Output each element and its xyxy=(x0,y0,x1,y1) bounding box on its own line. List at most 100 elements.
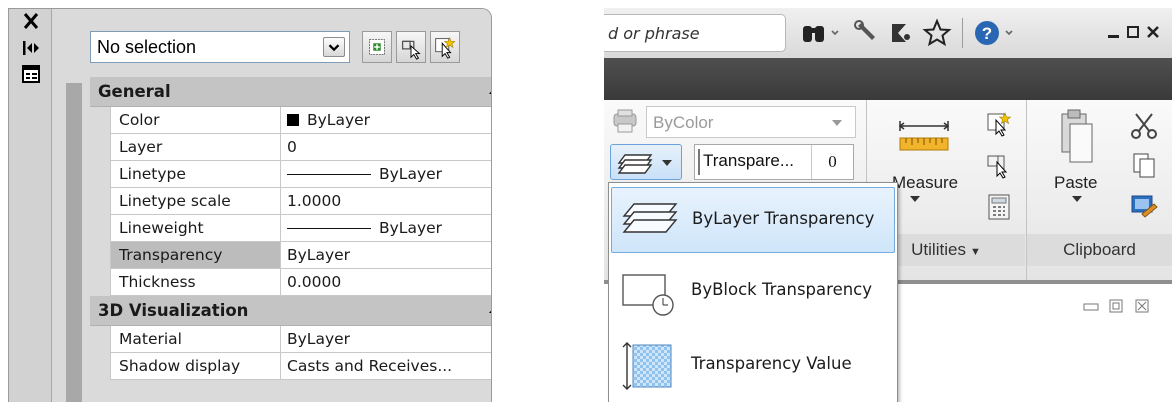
slider-thumb[interactable] xyxy=(698,149,700,175)
search-input[interactable]: d or phrase xyxy=(604,14,786,52)
select-objects-icon[interactable] xyxy=(396,31,426,63)
property-row-layer[interactable]: Layer 0 xyxy=(110,134,491,161)
property-row-linetype[interactable]: Linetype ByLayer xyxy=(110,161,491,188)
property-name: Linetype xyxy=(110,161,281,187)
byblock-transparency-icon xyxy=(622,274,674,316)
category-label: 3D Visualization xyxy=(98,301,249,320)
autohide-icon[interactable] xyxy=(19,37,43,59)
property-name: Linetype scale xyxy=(110,188,281,214)
close-icon[interactable] xyxy=(19,11,43,33)
property-row-shadow-display[interactable]: Shadow display Casts and Receives... xyxy=(110,353,491,380)
property-row-color[interactable]: Color ByLayer xyxy=(110,107,491,134)
quick-select-icon[interactable] xyxy=(430,31,460,63)
measure-icon xyxy=(898,121,950,151)
category-grip xyxy=(66,83,82,402)
svg-text:?: ? xyxy=(982,24,992,43)
window-controls xyxy=(1108,26,1159,38)
property-name: Material xyxy=(110,326,281,352)
menu-item-label: Transparency Value xyxy=(691,354,852,373)
property-name: Thickness xyxy=(110,269,281,295)
property-row-linetype-scale[interactable]: Linetype scale 1.0000 xyxy=(110,188,491,215)
property-name: Lineweight xyxy=(110,215,281,241)
copy-icon[interactable] xyxy=(1128,150,1160,180)
property-row-thickness[interactable]: Thickness 0.0000 xyxy=(110,269,491,296)
plot-style-icon xyxy=(613,109,637,133)
selection-row: No selection xyxy=(90,27,491,67)
property-value[interactable]: ByLayer xyxy=(281,107,491,133)
transparency-value-icon xyxy=(622,342,672,390)
property-name: Shadow display xyxy=(110,353,281,379)
chevron-down-icon: ▼ xyxy=(969,246,981,258)
menu-item-byblock-transparency[interactable]: ByBlock Transparency xyxy=(611,259,895,325)
color-swatch-icon xyxy=(287,114,299,126)
line-sample xyxy=(287,174,371,175)
menu-item-label: ByLayer Transparency xyxy=(692,209,875,228)
select-objects-icon[interactable] xyxy=(984,150,1014,180)
match-properties-icon[interactable] xyxy=(1128,192,1160,222)
collapse-arrow-icon[interactable] xyxy=(488,87,492,95)
search-text: d or phrase xyxy=(608,24,700,43)
transparency-button[interactable] xyxy=(610,144,682,180)
toolbar-separator xyxy=(962,18,963,48)
chevron-down-icon[interactable] xyxy=(831,119,843,127)
menu-item-bylayer-transparency[interactable]: ByLayer Transparency xyxy=(611,187,895,253)
property-value[interactable]: 0.0000 xyxy=(281,269,491,295)
chevron-down-icon[interactable] xyxy=(1071,195,1083,203)
close-icon[interactable] xyxy=(1147,26,1159,38)
palette-title-strip xyxy=(9,9,52,402)
property-row-lineweight[interactable]: Lineweight ByLayer xyxy=(110,215,491,242)
chevron-down-icon[interactable] xyxy=(909,195,921,203)
minimize-icon[interactable] xyxy=(1108,35,1119,38)
drawing-window-controls xyxy=(1083,299,1149,313)
paste-button[interactable]: Paste xyxy=(1054,173,1097,193)
quick-select-icon[interactable] xyxy=(984,110,1014,140)
property-value[interactable]: ByLayer xyxy=(281,242,491,268)
paste-icon xyxy=(1061,109,1093,163)
ribbon-tab-bar xyxy=(604,58,1172,100)
property-value[interactable]: ByLayer xyxy=(281,161,491,187)
properties-menu-icon[interactable] xyxy=(19,63,43,85)
binoculars-icon[interactable] xyxy=(800,18,848,48)
property-row-transparency[interactable]: Transparency ByLayer xyxy=(110,242,491,269)
restore-icon[interactable] xyxy=(1127,26,1139,38)
menu-item-transparency-value[interactable]: Transparency Value xyxy=(611,333,895,399)
chevron-down-icon[interactable] xyxy=(661,159,673,167)
minimize-icon[interactable] xyxy=(1083,303,1099,311)
property-value[interactable]: 0 xyxy=(281,134,491,160)
measure-button[interactable]: Measure xyxy=(892,173,958,193)
properties-palette: No selection General Color ByLayer Layer… xyxy=(8,8,492,402)
ribbon-screenshot: d or phrase ? ByColor Transpare... 0 Mea… xyxy=(604,8,1172,402)
clipboard-panel-title[interactable]: Clipboard xyxy=(1027,234,1172,266)
line-sample xyxy=(287,228,371,229)
category-3d-visualization[interactable]: 3D Visualization xyxy=(90,296,492,326)
selection-value: No selection xyxy=(97,37,197,57)
calculator-icon[interactable] xyxy=(984,192,1014,222)
restore-icon[interactable] xyxy=(1109,299,1123,313)
transparency-slider-field[interactable]: Transpare... 0 xyxy=(694,144,854,180)
property-name: Layer xyxy=(110,134,281,160)
property-value[interactable]: ByLayer xyxy=(281,326,491,352)
transparency-menu: ByLayer Transparency ByBlock Transparenc… xyxy=(608,182,898,402)
category-label: General xyxy=(98,82,171,101)
category-general[interactable]: General xyxy=(90,77,492,107)
wrench-icon[interactable] xyxy=(852,18,882,48)
collapse-arrow-icon[interactable] xyxy=(488,306,492,314)
favorites-star-icon[interactable] xyxy=(922,18,952,48)
help-icon[interactable]: ? xyxy=(972,18,1022,48)
toggle-pickadd-icon[interactable] xyxy=(362,31,392,63)
cut-icon[interactable] xyxy=(1128,110,1160,140)
title-bar: d or phrase ? xyxy=(604,8,1172,58)
palette-content: No selection General Color ByLayer Layer… xyxy=(52,9,491,402)
selection-dropdown[interactable]: No selection xyxy=(90,31,350,63)
property-grid: General Color ByLayer Layer 0 Linetype B… xyxy=(90,77,492,380)
plot-style-dropdown[interactable]: ByColor xyxy=(646,106,856,138)
property-value[interactable]: Casts and Receives... xyxy=(281,353,491,379)
chevron-down-icon[interactable] xyxy=(323,37,345,57)
property-value[interactable]: ByLayer xyxy=(281,215,491,241)
property-value[interactable]: 1.0000 xyxy=(281,188,491,214)
menu-item-label: ByBlock Transparency xyxy=(691,280,873,299)
property-row-material[interactable]: Material ByLayer xyxy=(110,326,491,353)
transparency-value[interactable]: 0 xyxy=(811,145,853,179)
communication-center-icon[interactable] xyxy=(886,18,916,48)
property-name: Transparency xyxy=(110,242,281,268)
